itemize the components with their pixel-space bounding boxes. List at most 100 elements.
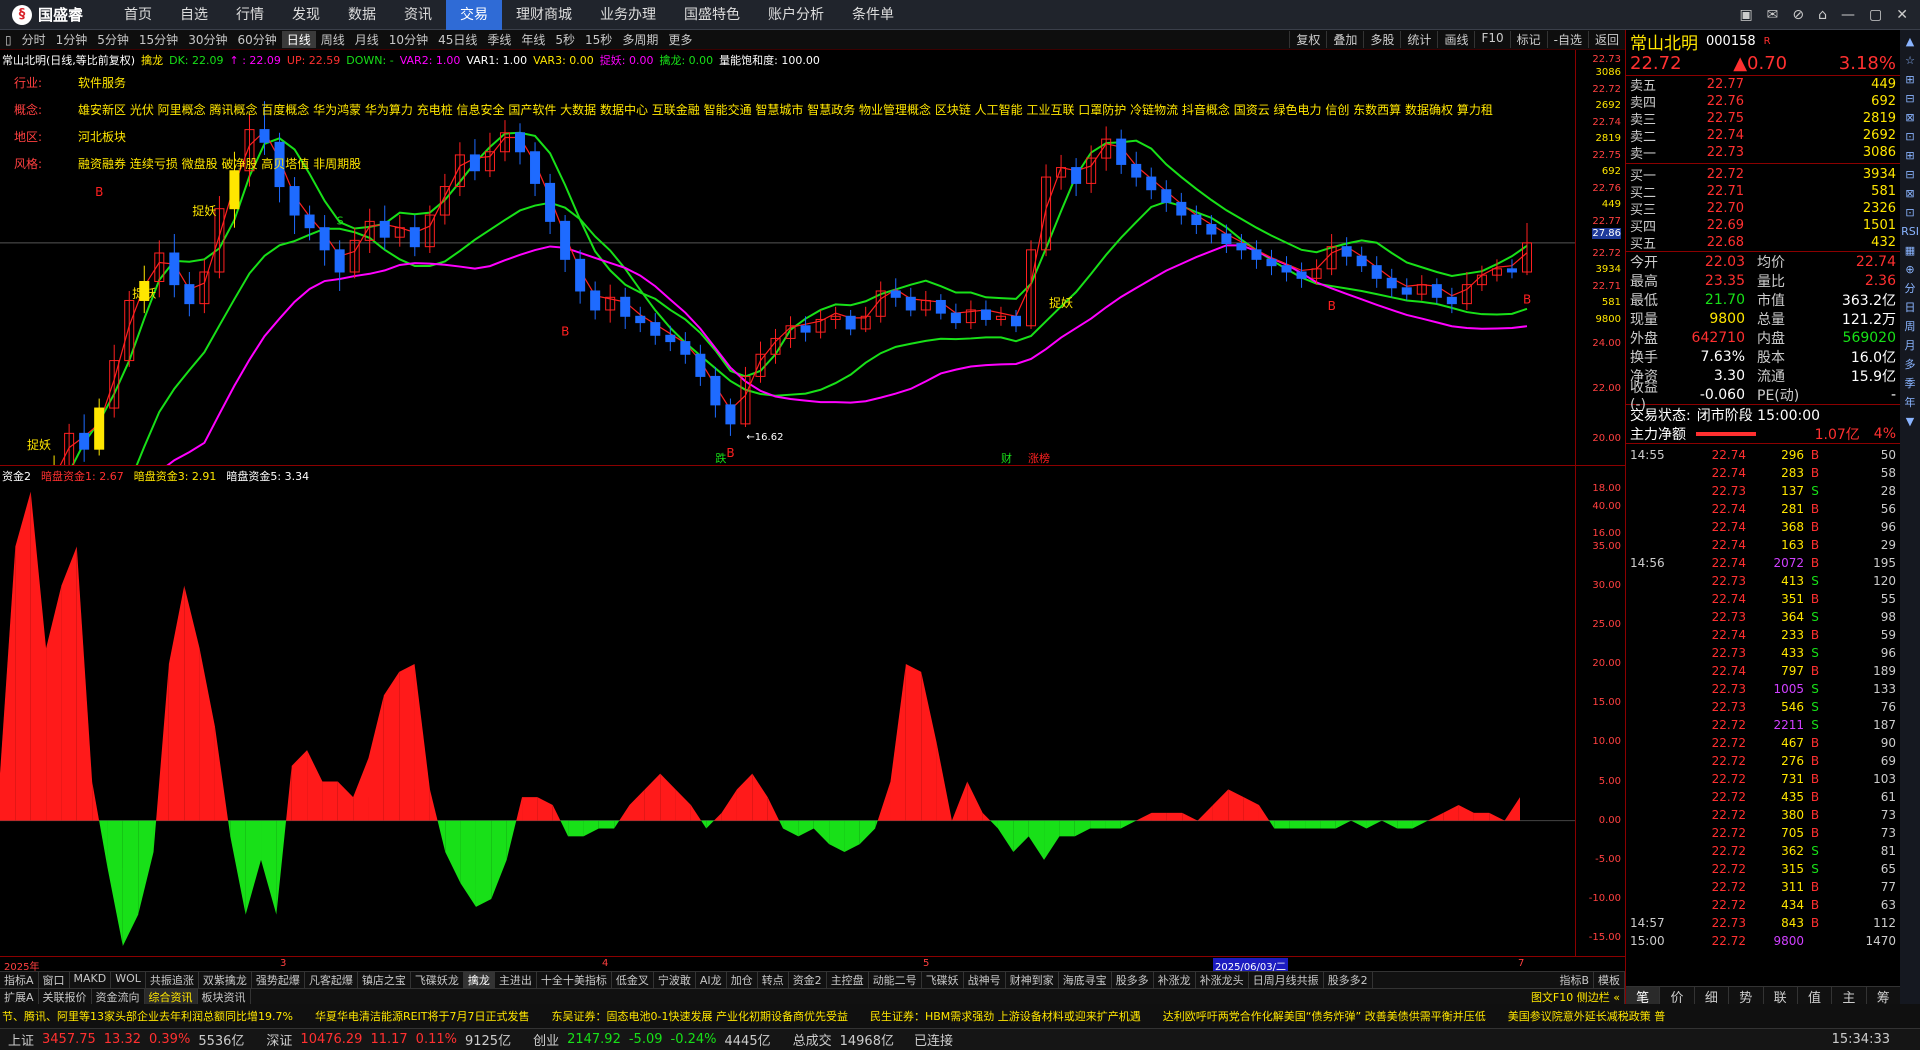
home-icon[interactable]: ⌂: [1818, 7, 1827, 23]
nav-item-10[interactable]: 账户分析: [754, 0, 838, 30]
quote-tab-6[interactable]: 主: [1832, 987, 1867, 1006]
chart-tool-5[interactable]: F10: [1474, 31, 1509, 48]
nav-item-0[interactable]: 首页: [110, 0, 166, 30]
news-ticker[interactable]: 节、腾讯、阿里等13家头部企业去年利润总额同比增19.7% 华夏华电清洁能源REI…: [0, 1004, 1920, 1028]
chart-tool-1[interactable]: 叠加: [1326, 31, 1363, 48]
chart-tool-8[interactable]: 返回: [1587, 31, 1625, 48]
bid-row[interactable]: 买三 22.70 2326: [1626, 200, 1900, 218]
period-12[interactable]: 年线: [516, 31, 550, 48]
indicator-tab-16[interactable]: 加仓: [727, 972, 758, 988]
side-tool-5[interactable]: ⊡: [1905, 129, 1914, 145]
indicator-tab-20[interactable]: 动能二号: [869, 972, 922, 988]
side-tool-1[interactable]: ☆: [1905, 53, 1915, 69]
indicator-tab-2[interactable]: MAKD: [70, 972, 112, 988]
mail-icon[interactable]: ✉: [1767, 7, 1779, 23]
period-13[interactable]: 5秒: [550, 31, 580, 48]
indicator-tab-8[interactable]: 镇店之宝: [358, 972, 411, 988]
side-tool-7[interactable]: ⊟: [1905, 167, 1914, 183]
info-tag-value[interactable]: 软件服务: [78, 70, 126, 97]
side-tool-19[interactable]: 年: [1905, 395, 1916, 411]
fund-flow-chart[interactable]: [0, 466, 1575, 956]
indicator-tab-4[interactable]: 共振追涨: [146, 972, 199, 988]
period-2[interactable]: 5分钟: [92, 31, 134, 48]
indicator-tab-9[interactable]: 飞碟妖龙: [411, 972, 464, 988]
side-tool-6[interactable]: ⊞: [1905, 148, 1914, 164]
quote-tab-7[interactable]: 筹: [1867, 987, 1901, 1006]
quote-tab-3[interactable]: 势: [1729, 987, 1764, 1006]
indicator-tab-23[interactable]: 财神到家: [1006, 972, 1059, 988]
side-tool-9[interactable]: ⊡: [1905, 205, 1914, 221]
indicator-tab-19[interactable]: 主控盘: [827, 972, 869, 988]
info-tag-value[interactable]: 河北板块: [78, 124, 126, 151]
bid-row[interactable]: 买五 22.68 432: [1626, 234, 1900, 252]
side-tool-3[interactable]: ⊟: [1905, 91, 1914, 107]
period-11[interactable]: 季线: [482, 31, 516, 48]
indicator-tab-11[interactable]: 主进出: [495, 972, 537, 988]
bid-row[interactable]: 买四 22.69 1501: [1626, 217, 1900, 235]
nav-item-8[interactable]: 业务办理: [586, 0, 670, 30]
period-15[interactable]: 多周期: [617, 31, 663, 48]
sidebar-toggle[interactable]: 图文F10 侧边栏 «: [1527, 989, 1625, 1004]
indicator-template-tab-0[interactable]: 指标B: [1555, 972, 1594, 988]
side-tool-14[interactable]: 日: [1905, 300, 1916, 316]
side-tool-16[interactable]: 月: [1905, 338, 1916, 354]
side-tool-10[interactable]: RSI: [1901, 224, 1919, 240]
side-tool-18[interactable]: 季: [1905, 376, 1916, 392]
quote-tab-5[interactable]: 值: [1798, 987, 1833, 1006]
indicator-tab-13[interactable]: 低金叉: [612, 972, 654, 988]
info-tag-value[interactable]: 雄安新区 光伏 阿里概念 腾讯概念 百度概念 华为鸿蒙 华为算力 充电桩 信息安…: [78, 97, 1493, 124]
period-5[interactable]: 60分钟: [232, 31, 281, 48]
news-item[interactable]: 达利欧呼吁两党合作化解美国“债务炸弹” 改善美债供需平衡并压低: [1163, 1008, 1486, 1024]
news-item[interactable]: 华夏华电清洁能源REIT将于7月7日正式发售: [315, 1008, 530, 1024]
message-icon[interactable]: ▣: [1739, 7, 1752, 23]
quote-tab-1[interactable]: 价: [1660, 987, 1695, 1006]
kline-panel[interactable]: 捉妖 捉妖 捉妖 捉妖 ←16.62 B B B B B S 跌财涨榜 常山北明(日线,等比前复权) 擒…: [0, 50, 1575, 465]
ask-row[interactable]: 卖二 22.74 2692: [1626, 127, 1900, 145]
period-7[interactable]: 周线: [316, 31, 350, 48]
nav-item-5[interactable]: 资讯: [390, 0, 446, 30]
indicator-tab-24[interactable]: 海底寻宝: [1059, 972, 1112, 988]
minimize-icon[interactable]: —: [1841, 7, 1855, 23]
period-10[interactable]: 45日线: [433, 31, 482, 48]
indicator-tab-5[interactable]: 双紫擒龙: [199, 972, 252, 988]
side-tool-17[interactable]: 多: [1905, 357, 1916, 373]
period-0[interactable]: 分时: [17, 31, 51, 48]
nav-item-2[interactable]: 行情: [222, 0, 278, 30]
chart-tool-2[interactable]: 多股: [1363, 31, 1400, 48]
chart-tool-7[interactable]: -自选: [1546, 31, 1588, 48]
period-16[interactable]: 更多: [663, 31, 697, 48]
indicator-tab-14[interactable]: 宁波敢: [654, 972, 696, 988]
period-8[interactable]: 月线: [350, 31, 384, 48]
nav-item-1[interactable]: 自选: [166, 0, 222, 30]
side-tool-12[interactable]: ⊕: [1905, 262, 1914, 278]
nav-item-6[interactable]: 交易: [446, 0, 502, 30]
period-4[interactable]: 30分钟: [183, 31, 232, 48]
indicator-tab-12[interactable]: 十全十美指标: [537, 972, 612, 988]
tick-list[interactable]: 14:55 22.74 296 B 50 22.74 283 B 58 22.73 137 S 28 22…: [1626, 444, 1900, 950]
ask-row[interactable]: 卖一 22.73 3086: [1626, 144, 1900, 162]
index-name[interactable]: 深证: [266, 1030, 292, 1049]
side-tool-8[interactable]: ⊠: [1905, 186, 1914, 202]
ask-row[interactable]: 卖五 22.77 449: [1626, 76, 1900, 94]
indicator-tab-21[interactable]: 飞碟妖: [922, 972, 964, 988]
period-9[interactable]: 10分钟: [384, 31, 433, 48]
indicator-tab-27[interactable]: 补涨龙头: [1196, 972, 1249, 988]
news-item[interactable]: 节、腾讯、阿里等13家头部企业去年利润总额同比增19.7%: [2, 1008, 293, 1024]
indicator-tab-15[interactable]: AI龙: [696, 972, 727, 988]
stock-name[interactable]: 常山北明: [1630, 29, 1698, 54]
info-tab-4[interactable]: 板块资讯: [198, 989, 251, 1004]
indicator-tab-6[interactable]: 强势起爆: [252, 972, 305, 988]
info-tab-3[interactable]: 综合资讯: [144, 989, 198, 1004]
indicator-tab-22[interactable]: 战神号: [964, 972, 1006, 988]
indicator-tab-10[interactable]: 擒龙: [463, 972, 495, 988]
indicator-tab-1[interactable]: 窗口: [39, 972, 70, 988]
fund-flow-panel[interactable]: 资金2 暗盘资金1: 2.67 暗盘资金3: 2.91 暗盘资金5: 3.34: [0, 466, 1575, 956]
quote-tab-0[interactable]: 笔: [1626, 987, 1661, 1006]
ask-row[interactable]: 卖四 22.76 692: [1626, 93, 1900, 111]
period-1[interactable]: 1分钟: [51, 31, 93, 48]
info-tag-value[interactable]: 融资融券 连续亏损 微盘股 破净股 高贝塔值 非周期股: [78, 151, 361, 178]
bid-row[interactable]: 买二 22.71 581: [1626, 183, 1900, 201]
side-tool-15[interactable]: 周: [1905, 319, 1916, 335]
quote-tab-4[interactable]: 联: [1764, 987, 1798, 1006]
side-tool-13[interactable]: 分: [1905, 281, 1916, 297]
